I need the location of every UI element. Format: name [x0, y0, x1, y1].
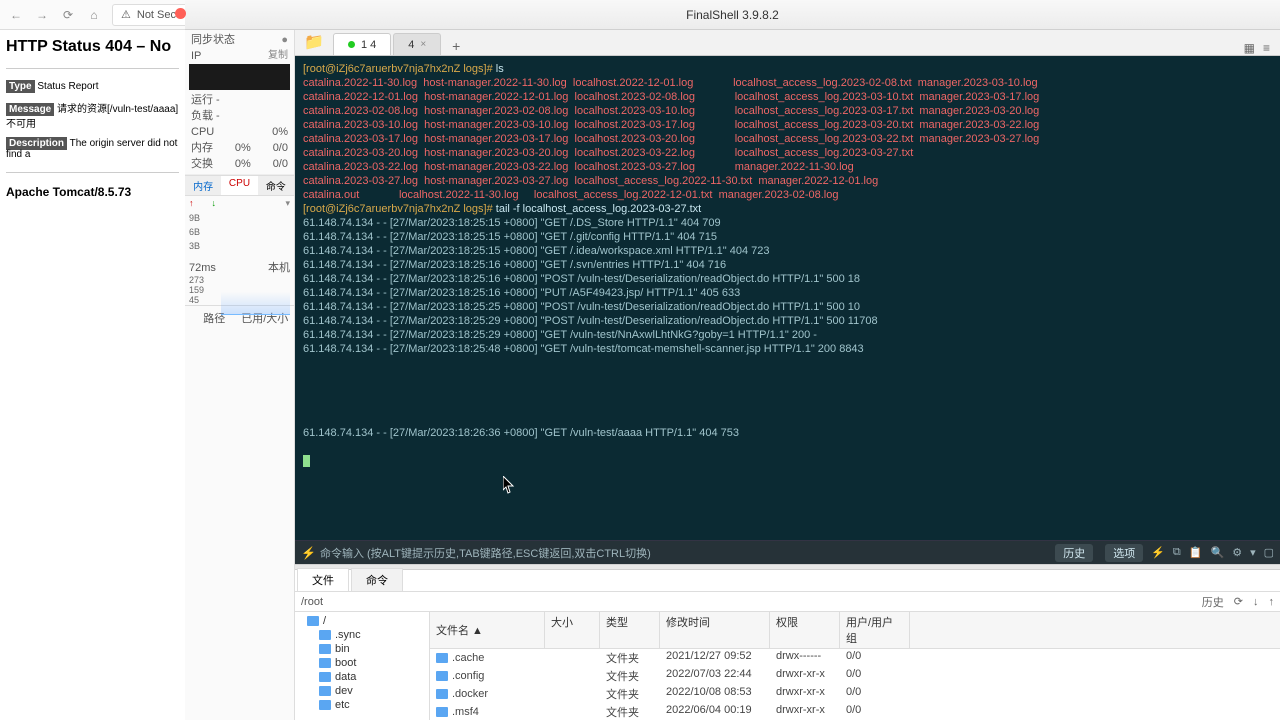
tree-item[interactable]: data [299, 670, 425, 684]
tomcat-error-page: HTTP Status 404 – No Type Status Report … [0, 30, 185, 720]
tree-item[interactable]: .sync [299, 628, 425, 642]
lightning-icon: ⚡ [301, 546, 316, 560]
mouse-pointer-icon [503, 476, 515, 494]
table-row[interactable]: .cache文件夹2021/12/27 09:52drwx------0/0 [430, 649, 1280, 667]
path-history-button[interactable]: 历史 [1202, 594, 1224, 610]
copy-icon[interactable]: ⧉ [1173, 546, 1181, 559]
bolt-icon[interactable]: ⚡ [1151, 546, 1165, 559]
options-button[interactable]: 选项 [1105, 544, 1143, 562]
close-tab-icon[interactable]: × [420, 39, 426, 50]
ip-field-redacted [189, 64, 290, 90]
finalshell-window: FinalShell 3.9.8.2 同步状态● IP复制 运行 - 负载 - … [185, 0, 1280, 720]
tree-item[interactable]: dev [299, 684, 425, 698]
folder-icon [436, 671, 448, 681]
run-label: 运行 - [191, 93, 220, 107]
folder-icon [319, 644, 331, 654]
terminal-cursor [303, 455, 310, 467]
expand-icon[interactable]: ▾ [1250, 546, 1256, 559]
tab-mem[interactable]: 内存 [185, 176, 221, 195]
list-view-icon[interactable]: ≡ [1263, 41, 1270, 55]
latency-sparkline [221, 277, 290, 315]
session-tabs: 📁 1 4 4× + ▦ ≡ [295, 30, 1280, 56]
sync-dot: ● [281, 33, 288, 47]
download-icon[interactable]: ↓ [1253, 596, 1259, 608]
folder-icon [319, 630, 331, 640]
folder-icon [436, 707, 448, 717]
session-tab-1[interactable]: 1 4 [333, 33, 391, 55]
sidebar-tabs[interactable]: 内存 CPU 命令 [185, 175, 294, 196]
fullscreen-icon[interactable]: ▢ [1264, 546, 1274, 559]
folder-icon [319, 672, 331, 682]
stats-sidebar: 同步状态● IP复制 运行 - 负载 - CPU0% 内存0%0/0 交换0%0… [185, 30, 295, 720]
history-button[interactable]: 历史 [1055, 544, 1093, 562]
filepanel-tab-file[interactable]: 文件 [297, 568, 349, 591]
tree-item[interactable]: bin [299, 642, 425, 656]
local-label: 本机 [268, 261, 290, 275]
folder-icon [319, 700, 331, 710]
search-icon[interactable]: 🔍 [1210, 546, 1224, 559]
folder-icon [436, 689, 448, 699]
copy-button[interactable]: 复制 [268, 49, 288, 63]
server-version: Apache Tomcat/8.5.73 [6, 185, 179, 199]
window-title: FinalShell 3.9.8.2 [686, 8, 779, 22]
add-tab-button[interactable]: + [447, 37, 465, 55]
close-icon[interactable] [175, 8, 186, 19]
chevron-down-icon[interactable]: ▾ [285, 198, 290, 209]
cpu-label: CPU [191, 125, 214, 139]
gear-icon[interactable]: ⚙ [1232, 546, 1242, 559]
up-arrow-icon: ↑ [189, 198, 194, 209]
net-chart: 9B 6B 3B [185, 211, 294, 261]
type-tag: Type [6, 80, 35, 93]
home-button[interactable]: ⌂ [86, 7, 102, 23]
load-label: 负载 - [191, 109, 220, 123]
down-arrow-icon: ↓ [212, 198, 217, 209]
window-controls[interactable] [175, 8, 186, 19]
table-row[interactable]: .config文件夹2022/07/03 22:44drwxr-xr-x0/0 [430, 667, 1280, 685]
tree-item[interactable]: etc [299, 698, 425, 712]
ping-label: 72ms [189, 261, 216, 275]
insecure-warning-icon: ⚠ [121, 8, 131, 21]
message-tag: Message [6, 103, 54, 116]
window-titlebar: FinalShell 3.9.8.2 [185, 0, 1280, 30]
file-list-header[interactable]: 文件名 ▲ 大小 类型 修改时间 权限 用户/用户组 [430, 612, 1280, 649]
swap-label: 交换 [191, 157, 213, 171]
back-button[interactable]: ← [8, 7, 24, 23]
upload-icon[interactable]: ↑ [1269, 596, 1275, 608]
path-text[interactable]: /root [301, 596, 323, 608]
page-title: HTTP Status 404 – No [6, 38, 179, 56]
refresh-icon[interactable]: ⟳ [1234, 595, 1243, 608]
reload-button[interactable]: ⟳ [60, 7, 76, 23]
folder-icon[interactable]: 📁 [303, 31, 325, 53]
grid-view-icon[interactable]: ▦ [1244, 41, 1255, 55]
sync-label: 同步状态 [191, 33, 235, 47]
file-list-rows[interactable]: .cache文件夹2021/12/27 09:52drwx------0/0.c… [430, 649, 1280, 720]
forward-button[interactable]: → [34, 7, 50, 23]
session-tab-2[interactable]: 4× [393, 33, 441, 55]
table-row[interactable]: .docker文件夹2022/10/08 08:53drwxr-xr-x0/0 [430, 685, 1280, 703]
folder-icon [319, 686, 331, 696]
ip-label: IP [191, 49, 201, 63]
folder-tree[interactable]: /.syncbinbootdatadevetc [295, 612, 430, 720]
filepanel-tab-cmd[interactable]: 命令 [351, 568, 403, 591]
tab-cmd[interactable]: 命令 [258, 176, 294, 195]
tree-item[interactable]: / [299, 614, 425, 628]
folder-icon [319, 658, 331, 668]
file-panel: 文件 命令 /root 历史 ⟳ ↓ ↑ /.syncbinbootdatade… [295, 570, 1280, 720]
command-input-bar[interactable]: ⚡ 命令输入 (按ALT键提示历史,TAB键路径,ESC键返回,双击CTRL切换… [295, 540, 1280, 564]
tree-item[interactable]: boot [299, 656, 425, 670]
folder-icon [307, 616, 319, 626]
paste-icon[interactable]: 📋 [1189, 546, 1203, 559]
command-placeholder: 命令输入 (按ALT键提示历史,TAB键路径,ESC键返回,双击CTRL切换) [320, 545, 651, 561]
status-dot-icon [348, 41, 355, 48]
folder-icon [436, 653, 448, 663]
mem-label: 内存 [191, 141, 213, 155]
terminal-output[interactable]: [root@iZj6c7aruerbv7nja7hx2nZ logs]# ls … [295, 56, 1280, 540]
table-row[interactable]: .msf4文件夹2022/06/04 00:19drwxr-xr-x0/0 [430, 703, 1280, 720]
tab-cpu[interactable]: CPU [221, 176, 257, 195]
